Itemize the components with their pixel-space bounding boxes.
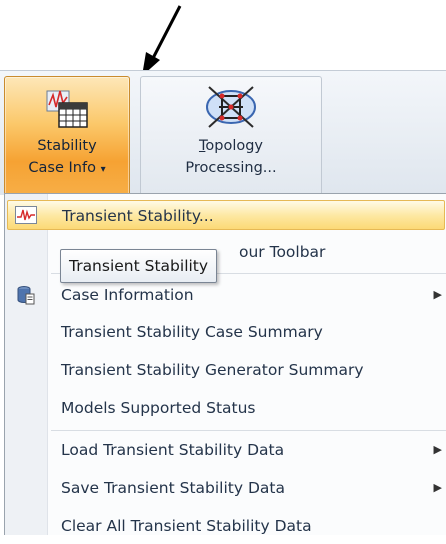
- annotation-arrow-icon: [142, 5, 182, 76]
- menu-item-case-summary[interactable]: Transient Stability Case Summary: [5, 314, 446, 350]
- topology-processing-button[interactable]: Topology Processing...: [140, 76, 322, 194]
- stability-grid-icon: [46, 90, 88, 128]
- menu-item-generator-summary[interactable]: Transient Stability Generator Summary: [5, 352, 446, 388]
- tooltip: Transient Stability: [60, 249, 218, 283]
- topology-button-label-line2: Processing...: [185, 160, 277, 176]
- menu-item-models-supported-status[interactable]: Models Supported Status: [5, 390, 446, 426]
- stability-button-label-line2: Case Info ▾: [28, 160, 106, 176]
- menu-separator: [51, 430, 446, 431]
- waveform-icon: [15, 206, 37, 224]
- topology-icon: [206, 86, 256, 128]
- stability-button-label-line1: Stability: [37, 138, 97, 154]
- menu-item-clear-data[interactable]: Clear All Transient Stability Data: [5, 508, 446, 544]
- submenu-arrow-icon: ▶: [433, 288, 442, 301]
- submenu-arrow-icon: ▶: [433, 443, 442, 456]
- stability-case-info-button[interactable]: Stability Case Info ▾: [4, 76, 130, 194]
- topology-button-label-line1: Topology: [198, 138, 264, 154]
- database-case-icon: [17, 286, 35, 305]
- chevron-down-icon: ▾: [100, 164, 106, 175]
- menu-item-transient-stability[interactable]: Transient Stability...: [7, 200, 445, 230]
- menu-item-load-data[interactable]: Load Transient Stability Data ▶: [5, 432, 446, 468]
- submenu-arrow-icon: ▶: [433, 481, 442, 494]
- stability-case-info-menu: Transient Stability... our Toolbar Case …: [4, 193, 446, 535]
- menu-item-save-data[interactable]: Save Transient Stability Data ▶: [5, 470, 446, 506]
